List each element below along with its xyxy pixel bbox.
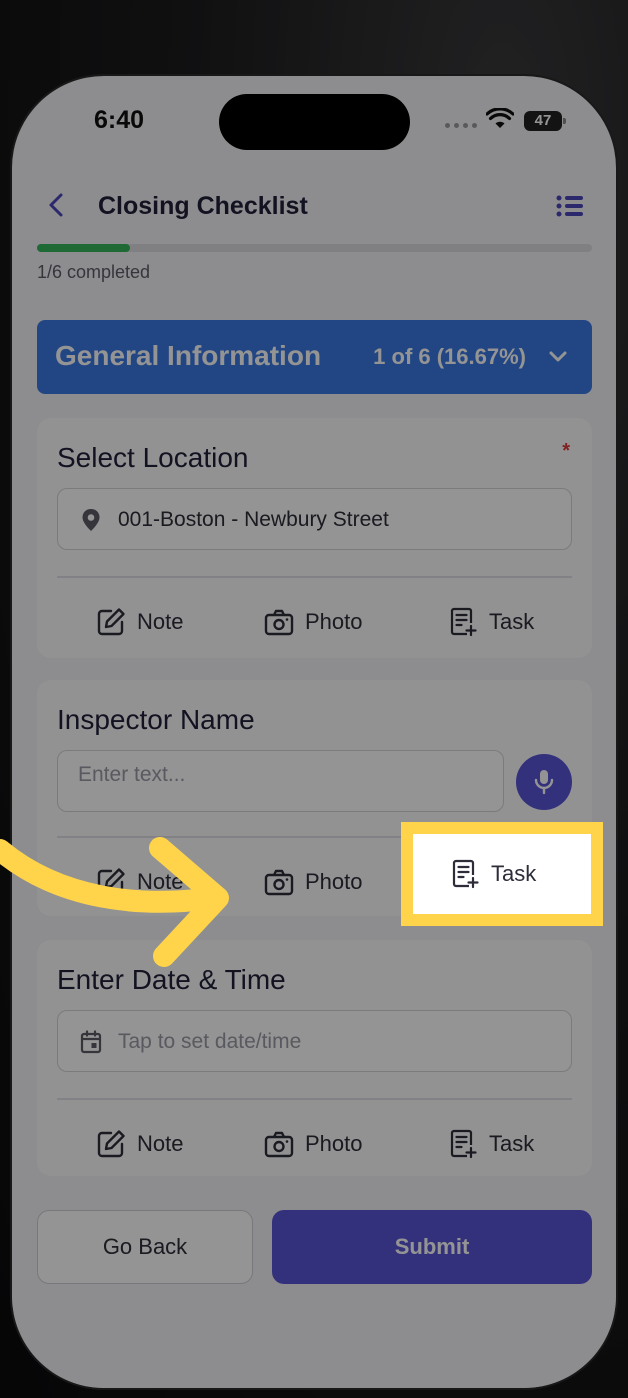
photo-button[interactable]: Photo [263, 852, 363, 912]
battery-icon: 47 [524, 111, 566, 131]
chevron-down-icon [549, 351, 567, 362]
task-icon [450, 607, 477, 637]
wifi-icon [486, 108, 514, 128]
phone-screen: 6:40 47 Closing Checklist 1/6 completed … [12, 76, 616, 1388]
required-mark: * [562, 440, 570, 462]
go-back-button[interactable]: Go Back [37, 1210, 253, 1284]
task-icon [450, 1129, 477, 1159]
location-card: Select Location * 001-Boston - Newbury S… [37, 418, 592, 658]
location-label: Select Location [57, 442, 249, 473]
task-label: Task [489, 609, 535, 634]
divider [57, 1098, 572, 1100]
submit-button[interactable]: Submit [272, 1210, 592, 1284]
location-select[interactable]: 001-Boston - Newbury Street [57, 488, 572, 550]
note-button[interactable]: Note [95, 852, 183, 912]
location-value: 001-Boston - Newbury Street [118, 508, 389, 531]
note-edit-icon [97, 608, 125, 636]
task-label: Task [489, 1131, 535, 1156]
note-button[interactable]: Note [95, 1114, 183, 1174]
back-chevron-icon[interactable] [42, 190, 72, 220]
calendar-icon [80, 1030, 102, 1054]
signal-icon [445, 123, 477, 128]
location-pin-icon [82, 509, 100, 531]
nav-header: Closing Checklist [12, 176, 616, 236]
task-button[interactable]: Task [447, 1114, 534, 1174]
note-label: Note [137, 869, 184, 894]
action-row: Note Photo Task [37, 592, 592, 652]
note-edit-icon [97, 1130, 125, 1158]
inspector-input[interactable]: Enter text... [57, 750, 504, 812]
microphone-icon [534, 770, 554, 795]
task-button-highlight[interactable]: Task [401, 822, 603, 926]
camera-icon [264, 1131, 294, 1158]
progress-bar-fill [37, 244, 130, 252]
footer-bar: Go Back Submit [12, 1182, 616, 1388]
action-row: Note Photo Task [37, 1114, 592, 1174]
task-label: Task [491, 861, 537, 886]
photo-label: Photo [305, 869, 363, 894]
camera-icon [264, 609, 294, 636]
photo-label: Photo [305, 1131, 363, 1156]
task-button[interactable]: Task [447, 592, 534, 652]
datetime-placeholder: Tap to set date/time [118, 1030, 302, 1053]
datetime-picker[interactable]: Tap to set date/time [57, 1010, 572, 1072]
section-count: 1 of 6 (16.67%) [373, 344, 526, 369]
note-edit-icon [97, 868, 125, 896]
task-icon [452, 859, 479, 889]
status-bar: 6:40 47 [12, 76, 616, 172]
photo-button[interactable]: Photo [263, 1114, 363, 1174]
section-dropdown[interactable]: General Information 1 of 6 (16.67%) [37, 320, 592, 394]
note-label: Note [137, 609, 184, 634]
note-label: Note [137, 1131, 184, 1156]
inspector-placeholder: Enter text... [78, 763, 186, 786]
photo-label: Photo [305, 609, 363, 634]
datetime-label: Enter Date & Time [57, 964, 286, 995]
microphone-button[interactable] [516, 754, 572, 810]
status-time: 6:40 [94, 106, 145, 134]
camera-icon [264, 869, 294, 896]
page-title: Closing Checklist [98, 192, 308, 220]
dynamic-island [219, 94, 410, 150]
list-menu-icon[interactable] [555, 192, 585, 220]
inspector-label: Inspector Name [57, 704, 255, 735]
progress-bar [37, 244, 592, 252]
progress-label: 1/6 completed [37, 262, 151, 282]
divider [57, 576, 572, 578]
note-button[interactable]: Note [95, 592, 183, 652]
datetime-card: Enter Date & Time Tap to set date/time N… [37, 940, 592, 1176]
task-button[interactable]: Task [449, 844, 536, 904]
photo-button[interactable]: Photo [263, 592, 363, 652]
section-title: General Information [55, 340, 322, 371]
